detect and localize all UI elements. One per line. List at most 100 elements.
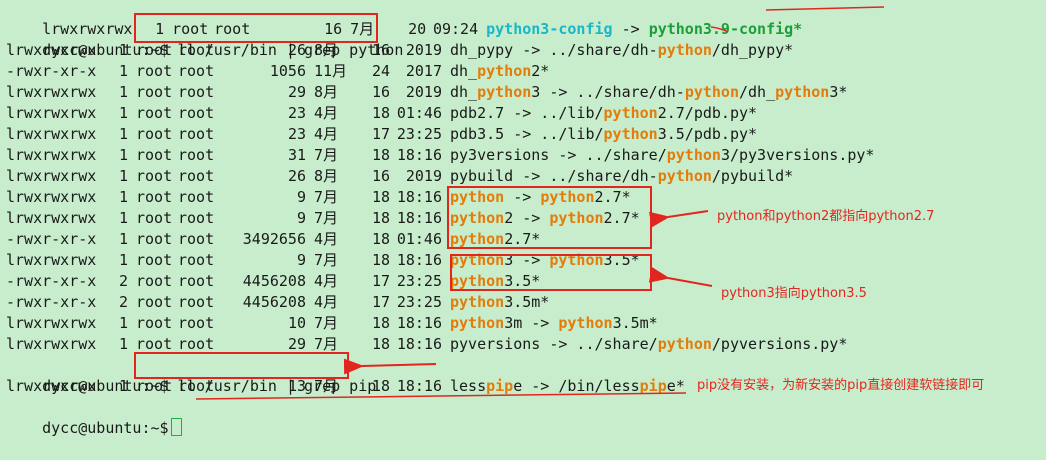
listing-row: -rwxr-xr-x 2 root root 4456208 4月 17 23:25 pytho… bbox=[6, 292, 1046, 313]
time: 23:25 bbox=[396, 125, 442, 143]
day: 18 bbox=[371, 335, 390, 353]
owner: root bbox=[136, 62, 173, 80]
perm: -rwxr-xr-x bbox=[6, 62, 97, 80]
month: 8月 bbox=[314, 41, 339, 59]
match-highlight: pip bbox=[639, 377, 667, 395]
day: 18 bbox=[371, 314, 390, 332]
name-segment: 3 -> ../share/dh- bbox=[531, 83, 685, 101]
links: 1 bbox=[118, 83, 128, 101]
annotation-python2: python和python2都指向python2.7 bbox=[717, 209, 935, 224]
match-highlight: python bbox=[450, 314, 505, 332]
day: 18 bbox=[371, 251, 390, 269]
size: 23 bbox=[287, 104, 306, 122]
annotation-python3: python3指向python3.5 bbox=[721, 286, 867, 301]
day: 18 bbox=[371, 104, 390, 122]
group: root bbox=[178, 272, 215, 290]
links: 2 bbox=[118, 293, 128, 311]
owner: root bbox=[136, 167, 173, 185]
link-name: python3-config bbox=[486, 20, 613, 38]
name-segment: 3* bbox=[829, 83, 848, 101]
links: 1 bbox=[118, 104, 128, 122]
highlight-box-python2 bbox=[447, 186, 652, 249]
time: 18:16 bbox=[396, 209, 442, 227]
time: 18:16 bbox=[396, 146, 442, 164]
links: 1 bbox=[118, 41, 128, 59]
owner: root bbox=[136, 41, 173, 59]
name-segment: 3.5m* bbox=[504, 293, 550, 311]
match-highlight: python bbox=[558, 314, 613, 332]
size: 23 bbox=[287, 125, 306, 143]
month: 7月 bbox=[314, 146, 339, 164]
day: 18 bbox=[371, 188, 390, 206]
perm: lrwxrwxrwx bbox=[6, 83, 97, 101]
group: root bbox=[178, 377, 215, 395]
time: 09:24 bbox=[432, 20, 479, 38]
perm: lrwxrwxrwx bbox=[6, 104, 97, 122]
command-line-3[interactable]: dycc@ubuntu:~$ bbox=[6, 397, 1046, 437]
day: 18 bbox=[371, 230, 390, 248]
name-segment: e -> /bin/less bbox=[513, 377, 640, 395]
perm: lrwxrwxrwx bbox=[6, 209, 97, 227]
month: 8月 bbox=[314, 83, 339, 101]
name-segment: 2* bbox=[531, 62, 550, 80]
day: 18 bbox=[371, 377, 390, 395]
name-segment: 3.5m* bbox=[612, 314, 658, 332]
highlight-box-command2 bbox=[134, 352, 349, 379]
owner: root bbox=[136, 83, 173, 101]
perm: lrwxrwxrwx bbox=[6, 188, 97, 206]
file-name: py3versions -> ../share/python3/py3versi… bbox=[450, 145, 874, 166]
perm: lrwxrwxrwx bbox=[6, 167, 97, 185]
owner: root bbox=[136, 125, 173, 143]
file-name: pdb3.5 -> ../lib/python3.5/pdb.py* bbox=[450, 124, 757, 145]
listing-row: lrwxrwxrwx 1 root root 26 8月 16 2019 pybuild -> … bbox=[6, 166, 1046, 187]
size: 9 bbox=[296, 251, 306, 269]
name-segment: /pybuild* bbox=[711, 167, 794, 185]
time: 18:16 bbox=[396, 251, 442, 269]
perm: -rwxr-xr-x bbox=[6, 272, 97, 290]
time: 18:16 bbox=[396, 188, 442, 206]
links: 1 bbox=[118, 209, 128, 227]
owner: root bbox=[136, 188, 173, 206]
month: 8月 bbox=[314, 167, 339, 185]
perm: lrwxrwxrwx bbox=[6, 146, 97, 164]
highlight-box-python3 bbox=[450, 254, 652, 291]
name-segment: 3m -> bbox=[504, 314, 559, 332]
links: 1 bbox=[118, 167, 128, 185]
perm: lrwxrwxrwx bbox=[6, 251, 97, 269]
size: 31 bbox=[287, 146, 306, 164]
owner: root bbox=[136, 314, 173, 332]
match-highlight: python bbox=[684, 83, 739, 101]
links: 1 bbox=[118, 230, 128, 248]
month: 4月 bbox=[314, 125, 339, 143]
size: 3492656 bbox=[242, 230, 306, 248]
month: 11月 bbox=[314, 62, 348, 80]
day: 18 bbox=[371, 146, 390, 164]
perm: lrwxrwxrwx bbox=[6, 377, 97, 395]
listing-row: lrwxrwxrwx 1 root root 29 8月 16 2019 dh_python3 … bbox=[6, 82, 1046, 103]
match-highlight: python bbox=[603, 125, 658, 143]
group: root bbox=[178, 209, 215, 227]
links: 2 bbox=[118, 272, 128, 290]
match-highlight: python bbox=[666, 146, 721, 164]
name-segment: /dh_pypy* bbox=[711, 41, 794, 59]
file-name: pybuild -> ../share/dh-python/pybuild* bbox=[450, 166, 793, 187]
links: 1 bbox=[118, 188, 128, 206]
month: 7月 bbox=[314, 251, 339, 269]
perm: lrwxrwxrwx bbox=[6, 314, 97, 332]
size: 4456208 bbox=[242, 293, 306, 311]
group: root bbox=[178, 293, 215, 311]
file-name: dh_python2* bbox=[450, 61, 549, 82]
name-segment: 2.7/pdb.py* bbox=[657, 104, 758, 122]
owner: root bbox=[136, 209, 173, 227]
links: 1 bbox=[118, 335, 128, 353]
time: 2019 bbox=[405, 41, 442, 59]
file-name: python3.5m* bbox=[450, 292, 549, 313]
match-highlight: python bbox=[657, 335, 712, 353]
annotation-pip: pip没有安装，为新安装的pip直接创建软链接即可 bbox=[697, 378, 985, 393]
name-segment: pdb2.7 -> ../lib/ bbox=[450, 104, 604, 122]
perm: lrwxrwxrwx bbox=[42, 20, 133, 38]
name-segment: pybuild -> ../share/dh- bbox=[450, 167, 658, 185]
links: 1 bbox=[118, 251, 128, 269]
cursor-block bbox=[170, 418, 182, 436]
links: 1 bbox=[118, 62, 128, 80]
